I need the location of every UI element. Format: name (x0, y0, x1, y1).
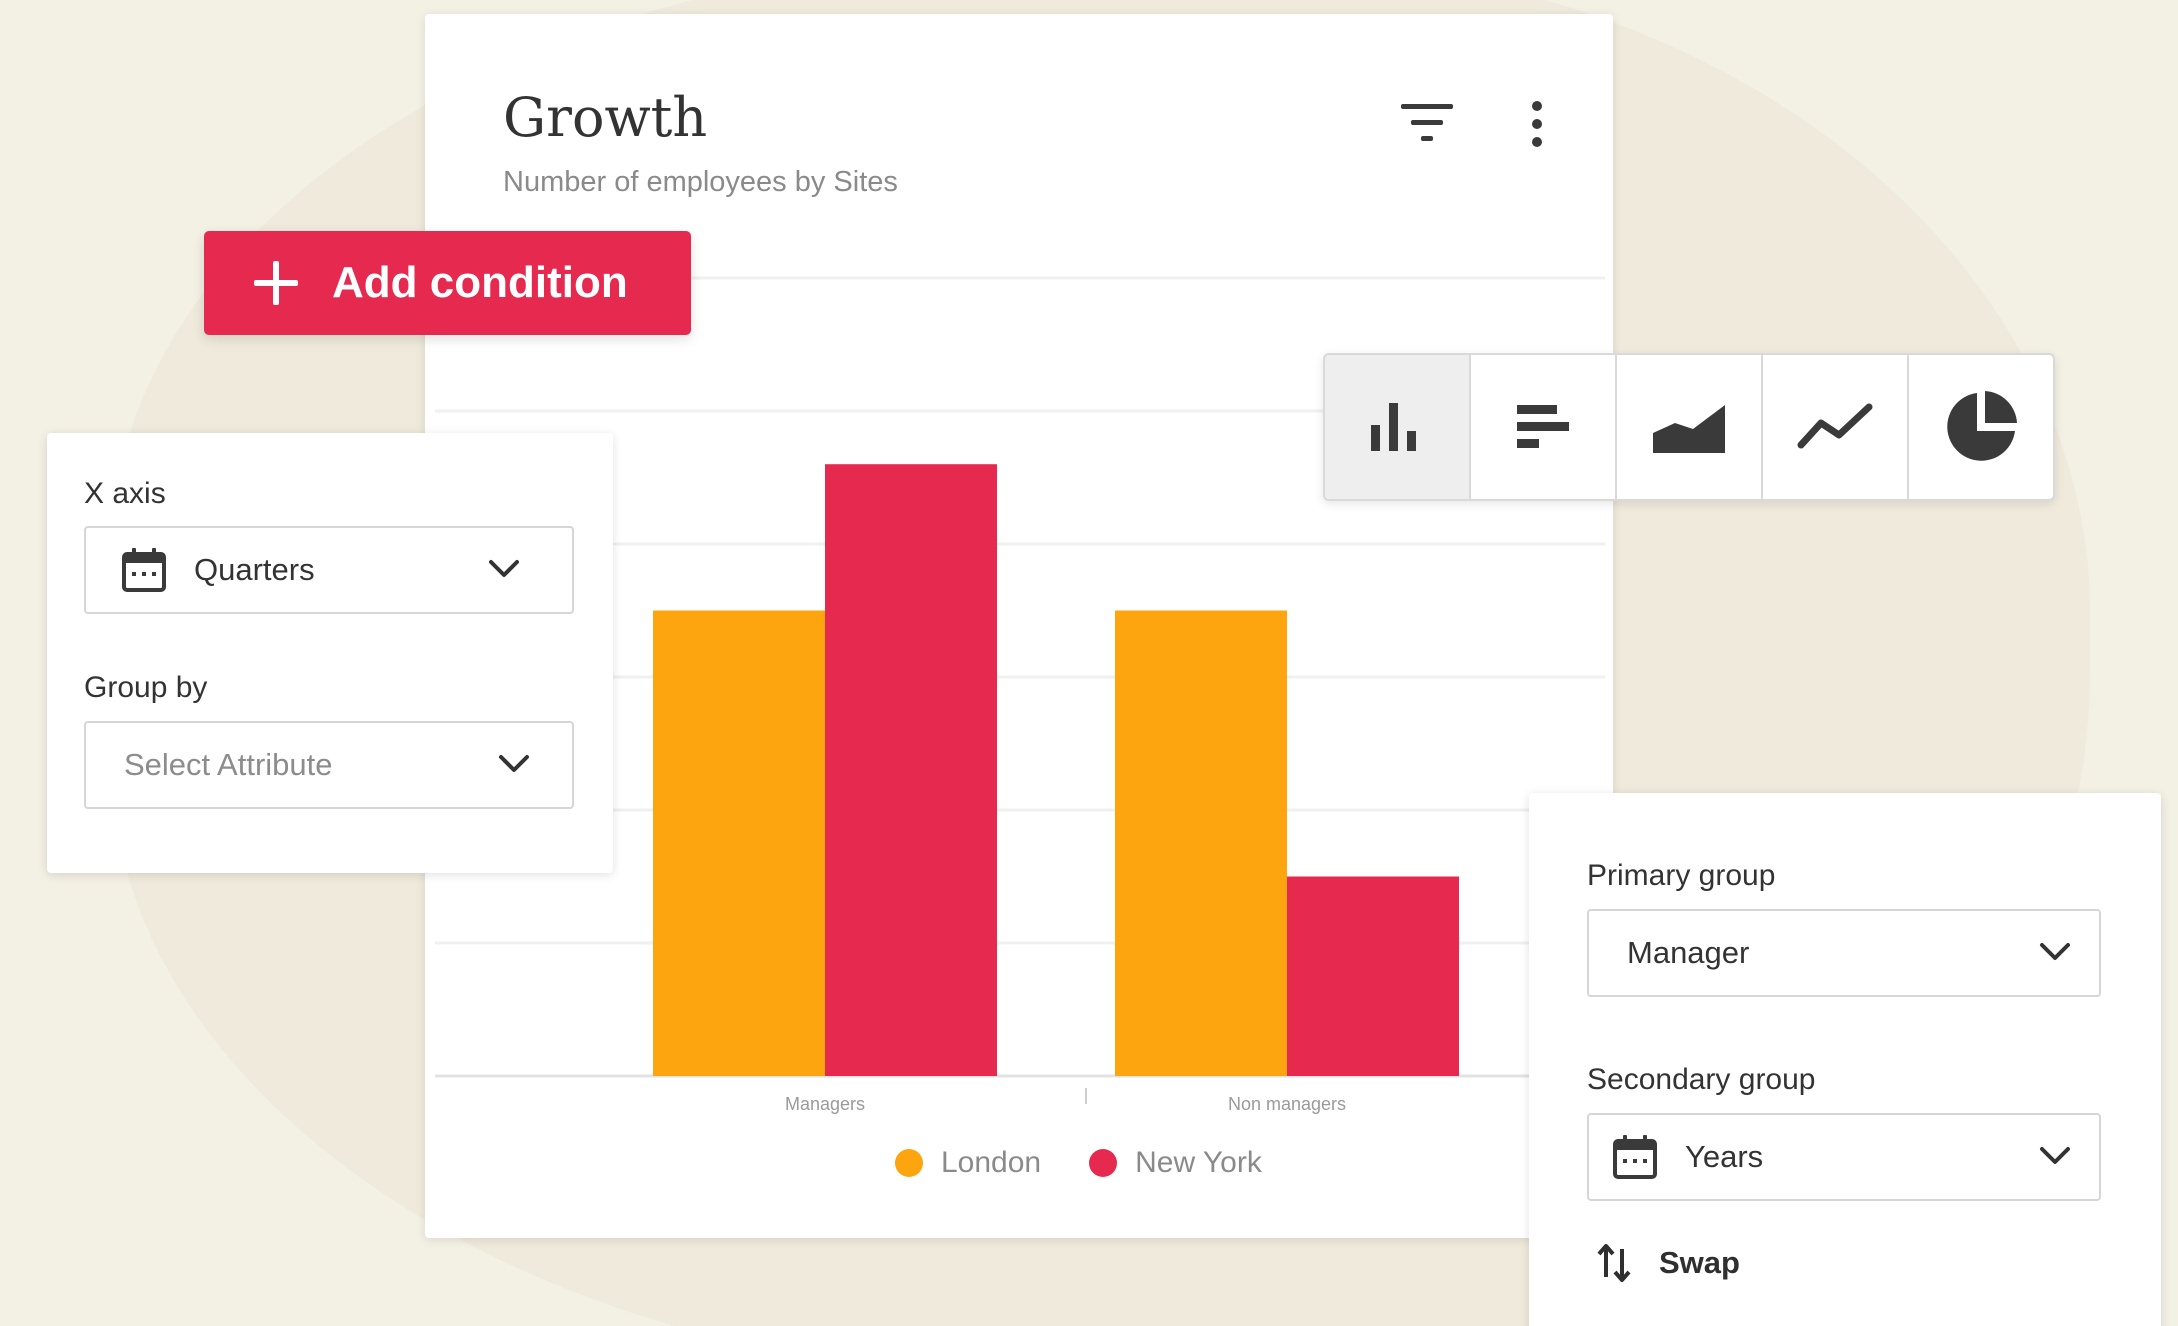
bar-managers-london[interactable] (653, 610, 825, 1077)
x-tick-label: Managers (785, 1094, 865, 1114)
bar-managers-new-york[interactable] (825, 464, 997, 1076)
add-condition-label: Add condition (332, 258, 628, 307)
legend-dot-london (895, 1149, 923, 1177)
chevron-down-icon (2040, 943, 2070, 960)
bar-non-managers-new-york[interactable] (1287, 876, 1459, 1077)
chart-type-area[interactable] (1617, 355, 1763, 499)
primary-group-select[interactable]: Manager (1587, 909, 2101, 997)
pie-chart-icon (1947, 391, 2017, 461)
horizontal-bar-chart-icon (1517, 405, 1569, 448)
group-by-select[interactable]: Select Attribute (84, 721, 574, 809)
legend-label-new-york: New York (1135, 1146, 1262, 1179)
add-condition-button[interactable]: Add condition (204, 231, 691, 335)
group-by-label: Group by (84, 671, 208, 704)
area-chart-icon (1653, 405, 1725, 453)
legend-label-london: London (941, 1146, 1042, 1179)
bar-chart-icon (1371, 403, 1416, 451)
chevron-down-icon (499, 755, 529, 772)
swap-button[interactable]: Swap (1597, 1243, 1740, 1283)
bar-non-managers-london[interactable] (1115, 610, 1287, 1077)
chart-type-pie[interactable] (1909, 355, 2053, 499)
secondary-group-select[interactable]: Years (1587, 1113, 2101, 1201)
chart-type-line[interactable] (1763, 355, 1909, 499)
secondary-group-label: Secondary group (1587, 1063, 1816, 1096)
line-chart-icon (1797, 403, 1873, 449)
chart-type-horizontal-bar[interactable] (1471, 355, 1617, 499)
swap-icon (1597, 1244, 1631, 1282)
secondary-group-value: Years (1685, 1139, 1764, 1174)
legend-item-new-york[interactable]: New York (1089, 1146, 1262, 1180)
chart-type-bar[interactable] (1325, 355, 1471, 499)
group-by-placeholder: Select Attribute (124, 747, 333, 782)
calendar-icon (1613, 1135, 1657, 1179)
x-axis-panel: X axis Quarters Group by Select Attribut… (47, 433, 613, 873)
chevron-down-icon (2040, 1147, 2070, 1164)
legend-item-london[interactable]: London (895, 1146, 1041, 1180)
legend-dot-new-york (1089, 1149, 1118, 1177)
plus-icon (254, 261, 298, 305)
x-axis-select[interactable]: Quarters (84, 526, 574, 614)
chart-type-toolbar (1323, 353, 2055, 501)
x-axis-value: Quarters (194, 552, 315, 587)
chevron-down-icon (489, 560, 519, 577)
chart-legend: London New York (895, 1146, 1262, 1180)
primary-group-label: Primary group (1587, 859, 1776, 892)
swap-label: Swap (1659, 1245, 1740, 1280)
x-tick-label: Non managers (1228, 1094, 1346, 1114)
primary-group-value: Manager (1627, 935, 1750, 970)
calendar-icon (122, 548, 166, 592)
group-panel: Primary group Manager Secondary group Ye… (1529, 793, 2161, 1326)
x-axis-label: X axis (84, 477, 166, 510)
